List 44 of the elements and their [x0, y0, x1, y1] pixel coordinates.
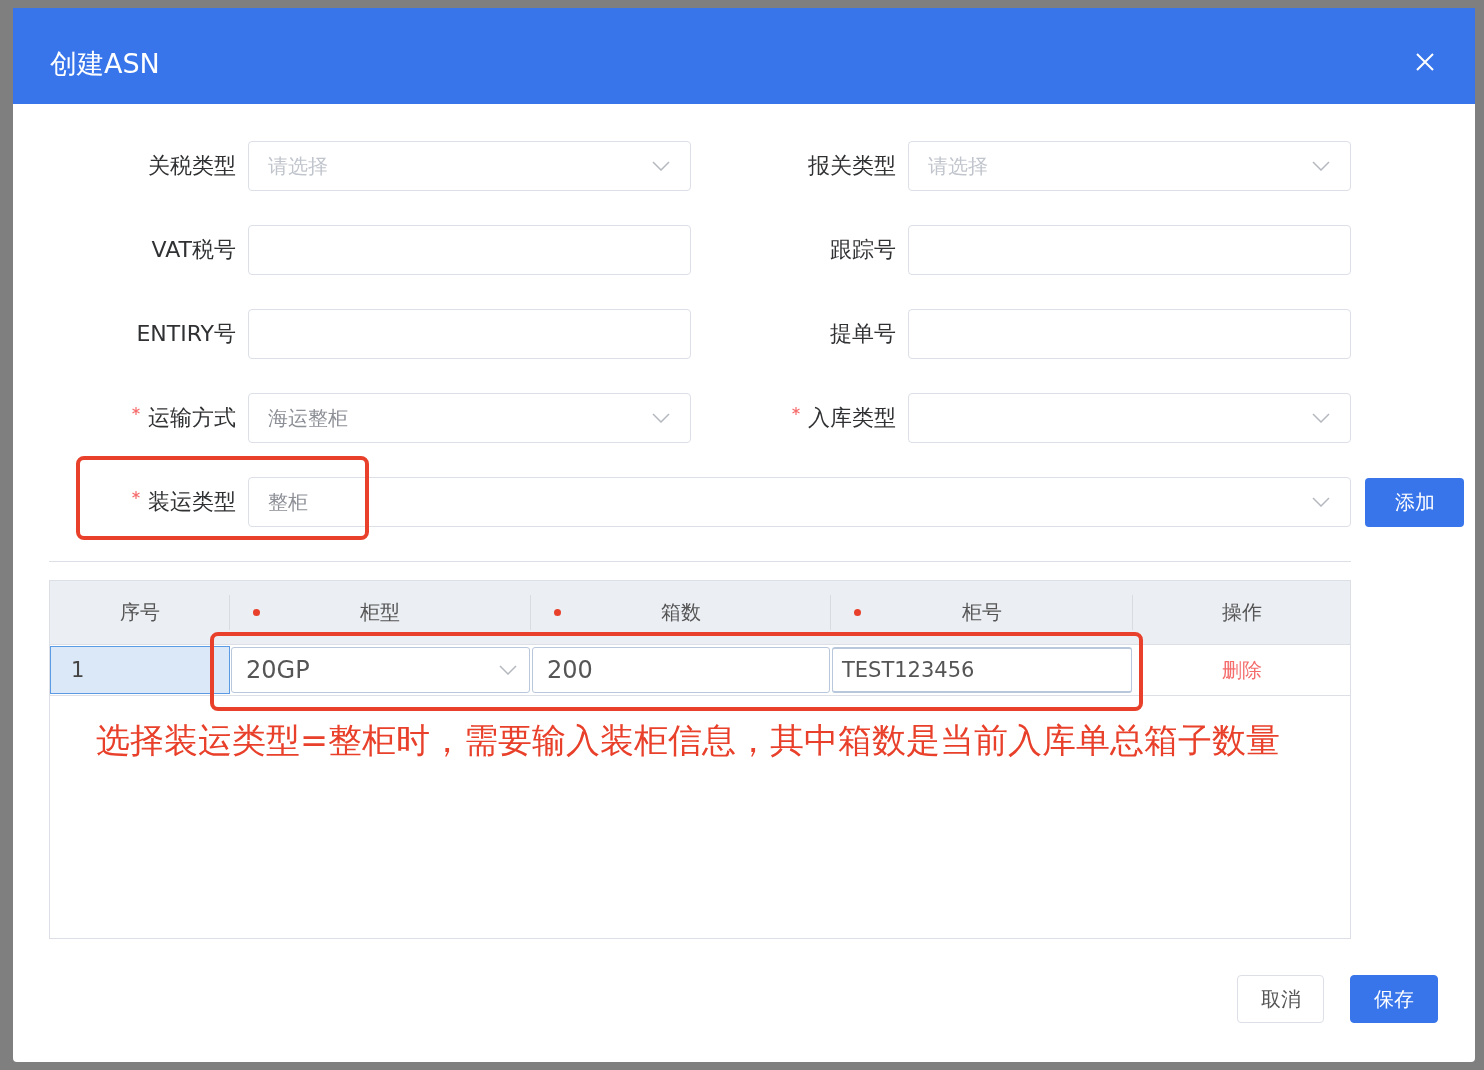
field-label: 提单号: [829, 320, 897, 348]
field-label: 关税类型: [147, 152, 237, 180]
column-header: 箱数: [531, 595, 831, 630]
close-icon[interactable]: [1415, 52, 1435, 72]
field-label: 跟踪号: [829, 236, 897, 264]
select-field[interactable]: 海运整柜: [248, 393, 691, 443]
cancel-button[interactable]: 取消: [1237, 975, 1324, 1023]
required-star-icon: [132, 491, 140, 499]
table-cell: 1: [50, 646, 230, 694]
required-star-icon: [132, 407, 140, 415]
save-button[interactable]: 保存: [1350, 975, 1438, 1023]
input-field[interactable]: TEST123456: [832, 647, 1132, 693]
field-label: VAT税号: [150, 236, 237, 264]
input-field[interactable]: [908, 225, 1351, 275]
field-label: 运输方式: [49, 403, 248, 433]
input-field[interactable]: [248, 225, 691, 275]
column-header: 柜号: [831, 595, 1133, 630]
required-dot-icon: [554, 609, 561, 616]
column-header: 操作: [1220, 599, 1263, 626]
input-field[interactable]: [248, 309, 691, 359]
annotation-text: 选择装运类型=整柜时，需要输入装柜信息，其中箱数是当前入库单总箱子数量: [96, 720, 1281, 762]
select-field[interactable]: 整柜: [248, 477, 1351, 527]
chevron-down-icon: [499, 665, 517, 675]
column-header: 柜型: [230, 595, 531, 630]
select-field[interactable]: 20GP: [231, 647, 530, 693]
dialog-title: 创建ASN: [50, 47, 160, 81]
chevron-down-icon: [652, 413, 670, 423]
field-label: 报关类型: [807, 152, 897, 180]
field-label: ENTIRY号: [135, 320, 237, 348]
field-label: 装运类型: [49, 487, 248, 517]
add-button[interactable]: 添加: [1365, 477, 1464, 527]
column-header: 序号: [50, 595, 230, 630]
required-dot-icon: [253, 609, 260, 616]
required-star-icon: [792, 407, 800, 415]
field-label: 入库类型: [691, 403, 908, 433]
chevron-down-icon: [652, 161, 670, 171]
delete-link[interactable]: 删除: [1221, 656, 1262, 684]
input-field[interactable]: 200: [532, 647, 830, 693]
required-dot-icon: [854, 609, 861, 616]
chevron-down-icon: [1312, 161, 1330, 171]
chevron-down-icon: [1312, 413, 1330, 423]
input-field[interactable]: [908, 309, 1351, 359]
chevron-down-icon: [1312, 497, 1330, 507]
select-field[interactable]: [908, 393, 1351, 443]
